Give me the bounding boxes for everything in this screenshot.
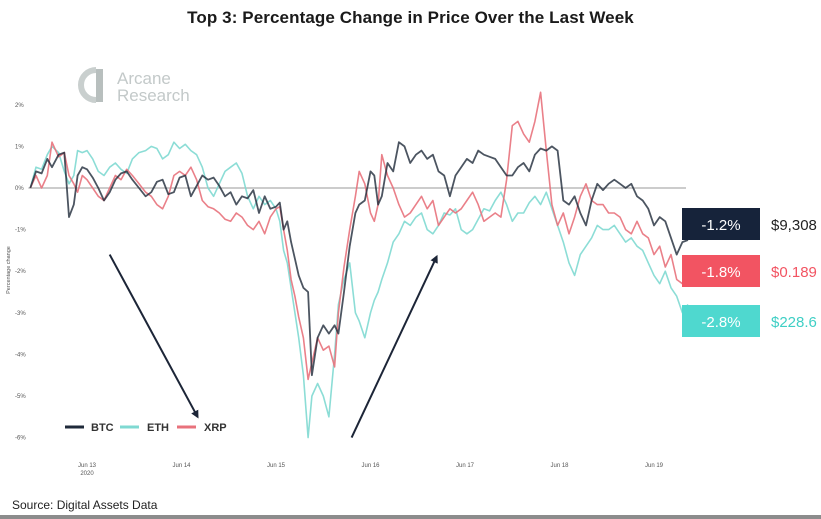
arrow-down-icon <box>108 254 199 419</box>
bottom-divider <box>0 515 821 519</box>
arcane-a-logo-icon <box>78 67 103 103</box>
series-line-btc <box>29 141 689 377</box>
legend-item-btc[interactable]: BTC <box>65 422 114 434</box>
logo-text-line2: Research <box>117 86 190 105</box>
x-tick-label: Jun 15 <box>267 463 286 469</box>
x-tick-label: Jun 13 <box>78 463 97 469</box>
x-tick-label: Jun 19 <box>645 463 664 469</box>
arrow-up-icon <box>350 254 438 439</box>
y-tick-label: -4% <box>15 352 26 358</box>
badge-btc-change: -1.2% <box>701 217 740 234</box>
y-tick-label: -1% <box>15 228 26 234</box>
arcane-logo: Arcane Research <box>78 67 190 105</box>
source-note: Source: Digital Assets Data <box>12 498 158 512</box>
legend-label-xrp: XRP <box>204 422 227 434</box>
badge-btc: -1.2% $9,308 <box>682 208 817 240</box>
series-line-xrp <box>29 91 689 381</box>
x-tick-label: Jun 17 <box>456 463 475 469</box>
legend-label-btc: BTC <box>91 422 114 434</box>
legend-item-eth[interactable]: ETH <box>120 422 169 434</box>
y-tick-label: -3% <box>15 311 26 317</box>
x-tick-sublabel: 2020 <box>80 471 94 477</box>
badge-xrp: -1.8% $0.189 <box>682 255 817 287</box>
series-lines <box>29 91 689 439</box>
annotation-arrows <box>108 254 438 439</box>
x-axis-ticks: Jun 13 2020 Jun 14 Jun 15 Jun 16 Jun 17 Jun 18… <box>78 463 664 477</box>
badge-btc-price: $9,308 <box>771 217 817 234</box>
legend-label-eth: ETH <box>147 422 169 434</box>
y-tick-label: -5% <box>15 394 26 400</box>
y-axis-label: Percentage change <box>6 246 12 294</box>
x-tick-label: Jun 16 <box>361 463 380 469</box>
y-tick-label: 1% <box>15 144 24 150</box>
y-tick-label: 2% <box>15 103 24 109</box>
y-tick-label: 0% <box>15 186 24 192</box>
legend-item-xrp[interactable]: XRP <box>177 422 227 434</box>
line-chart: Arcane Research Percentage change 2% 1% 0%… <box>6 67 817 477</box>
badge-eth-change: -2.8% <box>701 314 740 331</box>
badge-xrp-change: -1.8% <box>701 264 740 281</box>
y-tick-label: -2% <box>15 269 26 275</box>
badge-eth: -2.8% $228.6 <box>682 305 817 337</box>
legend: BTC ETH XRP <box>65 422 227 434</box>
y-axis-ticks: 2% 1% 0% -1% -2% -3% -4% -5% -6% <box>15 103 26 442</box>
x-tick-label: Jun 18 <box>550 463 569 469</box>
badge-xrp-price: $0.189 <box>771 264 817 281</box>
badge-eth-price: $228.6 <box>771 314 817 331</box>
price-badges: -1.2% $9,308 -1.8% $0.189 -2.8% $228.6 <box>682 208 817 337</box>
y-tick-label: -6% <box>15 436 26 442</box>
x-tick-label: Jun 14 <box>172 463 191 469</box>
